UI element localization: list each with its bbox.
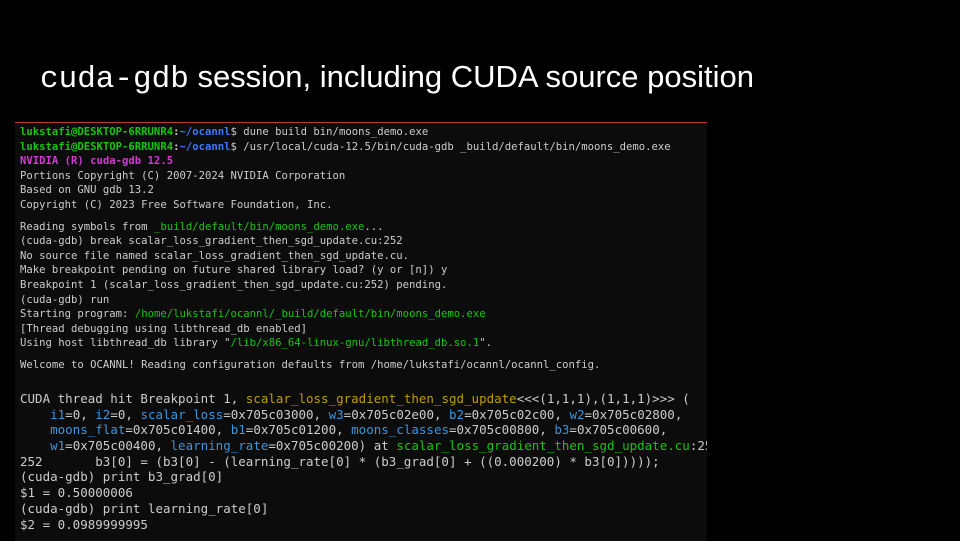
kernel-args-line-2: moons_flat=0x705c01400, b1=0x705c01200, … [50,422,668,438]
welcome-message: Welcome to OCANNL! Reading configuration… [20,358,601,371]
terminal-window[interactable]: lukstafi@DESKTOP-6RRUNR4:~/ocannl$ dune … [15,122,707,541]
copyright-fsf: Copyright (C) 2023 Free Software Foundat… [20,198,333,211]
run-command: (cuda-gdb) run [20,293,110,306]
prompt-path: ~/ocannl [179,140,231,153]
prompt-line-1: lukstafi@DESKTOP-6RRUNR4:~/ocannl$ dune … [20,126,429,138]
slide-title-text: session, including CUDA source position [188,59,755,94]
starting-program: Starting program: /home/lukstafi/ocannl/… [20,308,486,321]
slide-title-command: cuda-gdb [40,62,189,97]
breakpoint-pending: Breakpoint 1 (scalar_loss_gradient_then_… [20,278,448,291]
terminal-output-large: CUDA thread hit Breakpoint 1, scalar_los… [20,391,707,541]
prompt-line-2: lukstafi@DESKTOP-6RRUNR4:~/ocannl$ /usr/… [20,140,671,153]
host-libthread: Using host libthread_db library "/lib/x8… [20,337,492,350]
prompt-user-host: lukstafi@DESKTOP-6RRUNR4 [20,126,174,138]
print-command-2: (cuda-gdb) print learning_rate[0] [20,500,269,516]
command-dune-build: dune build bin/moons_demo.exe [236,126,429,138]
thread-debugging: [Thread debugging using libthread_db ena… [20,322,308,335]
prompt-user-host: lukstafi@DESKTOP-6RRUNR4 [20,140,174,153]
host-libthread-file: /lib/x86_64-linux-gnu/libthread_db.so.1 [230,337,480,350]
copyright-nvidia: Portions Copyright (C) 2007-2024 NVIDIA … [20,169,346,182]
source-line: 252 b3[0] = (b3[0] - (learning_rate[0] *… [20,453,660,469]
no-source-message: No source file named scalar_loss_gradien… [20,249,410,262]
slide-title: cuda-gdb session, including CUDA source … [40,56,754,101]
command-cuda-gdb: /usr/local/cuda-12.5/bin/cuda-gdb _build… [236,140,671,153]
print-output-1: $1 = 0.50000006 [20,485,133,501]
kernel-function-name: scalar_loss_gradient_then_sgd_update [245,391,517,406]
reading-symbols-file: _build/default/bin/moons_demo.exe [153,220,365,233]
based-on-gdb: Based on GNU gdb 13.2 [20,184,154,197]
terminal-output-small: lukstafi@DESKTOP-6RRUNR4:~/ocannl$ dune … [20,125,706,373]
source-file-name: scalar_loss_gradient_then_sgd_update.cu [396,438,690,454]
reading-symbols: Reading symbols from _build/default/bin/… [20,220,384,233]
pending-question: Make breakpoint pending on future shared… [20,264,448,277]
kernel-args-line-3: w1=0x705c00400, learning_rate=0x705c0020… [50,438,707,454]
cuda-gdb-banner: NVIDIA (R) cuda-gdb 12.5 [20,155,174,168]
prompt-path: ~/ocannl [179,126,231,138]
print-command-1: (cuda-gdb) print b3_grad[0] [20,469,224,485]
break-command: (cuda-gdb) break scalar_loss_gradient_th… [20,235,403,248]
breakpoint-hit: CUDA thread hit Breakpoint 1, scalar_los… [20,391,690,406]
kernel-args-line-1: i1=0, i2=0, scalar_loss=0x705c03000, w3=… [50,406,683,422]
starting-program-file: /home/lukstafi/ocannl/_build/default/bin… [134,308,486,321]
print-output-2: $2 = 0.0989999995 [20,516,148,532]
